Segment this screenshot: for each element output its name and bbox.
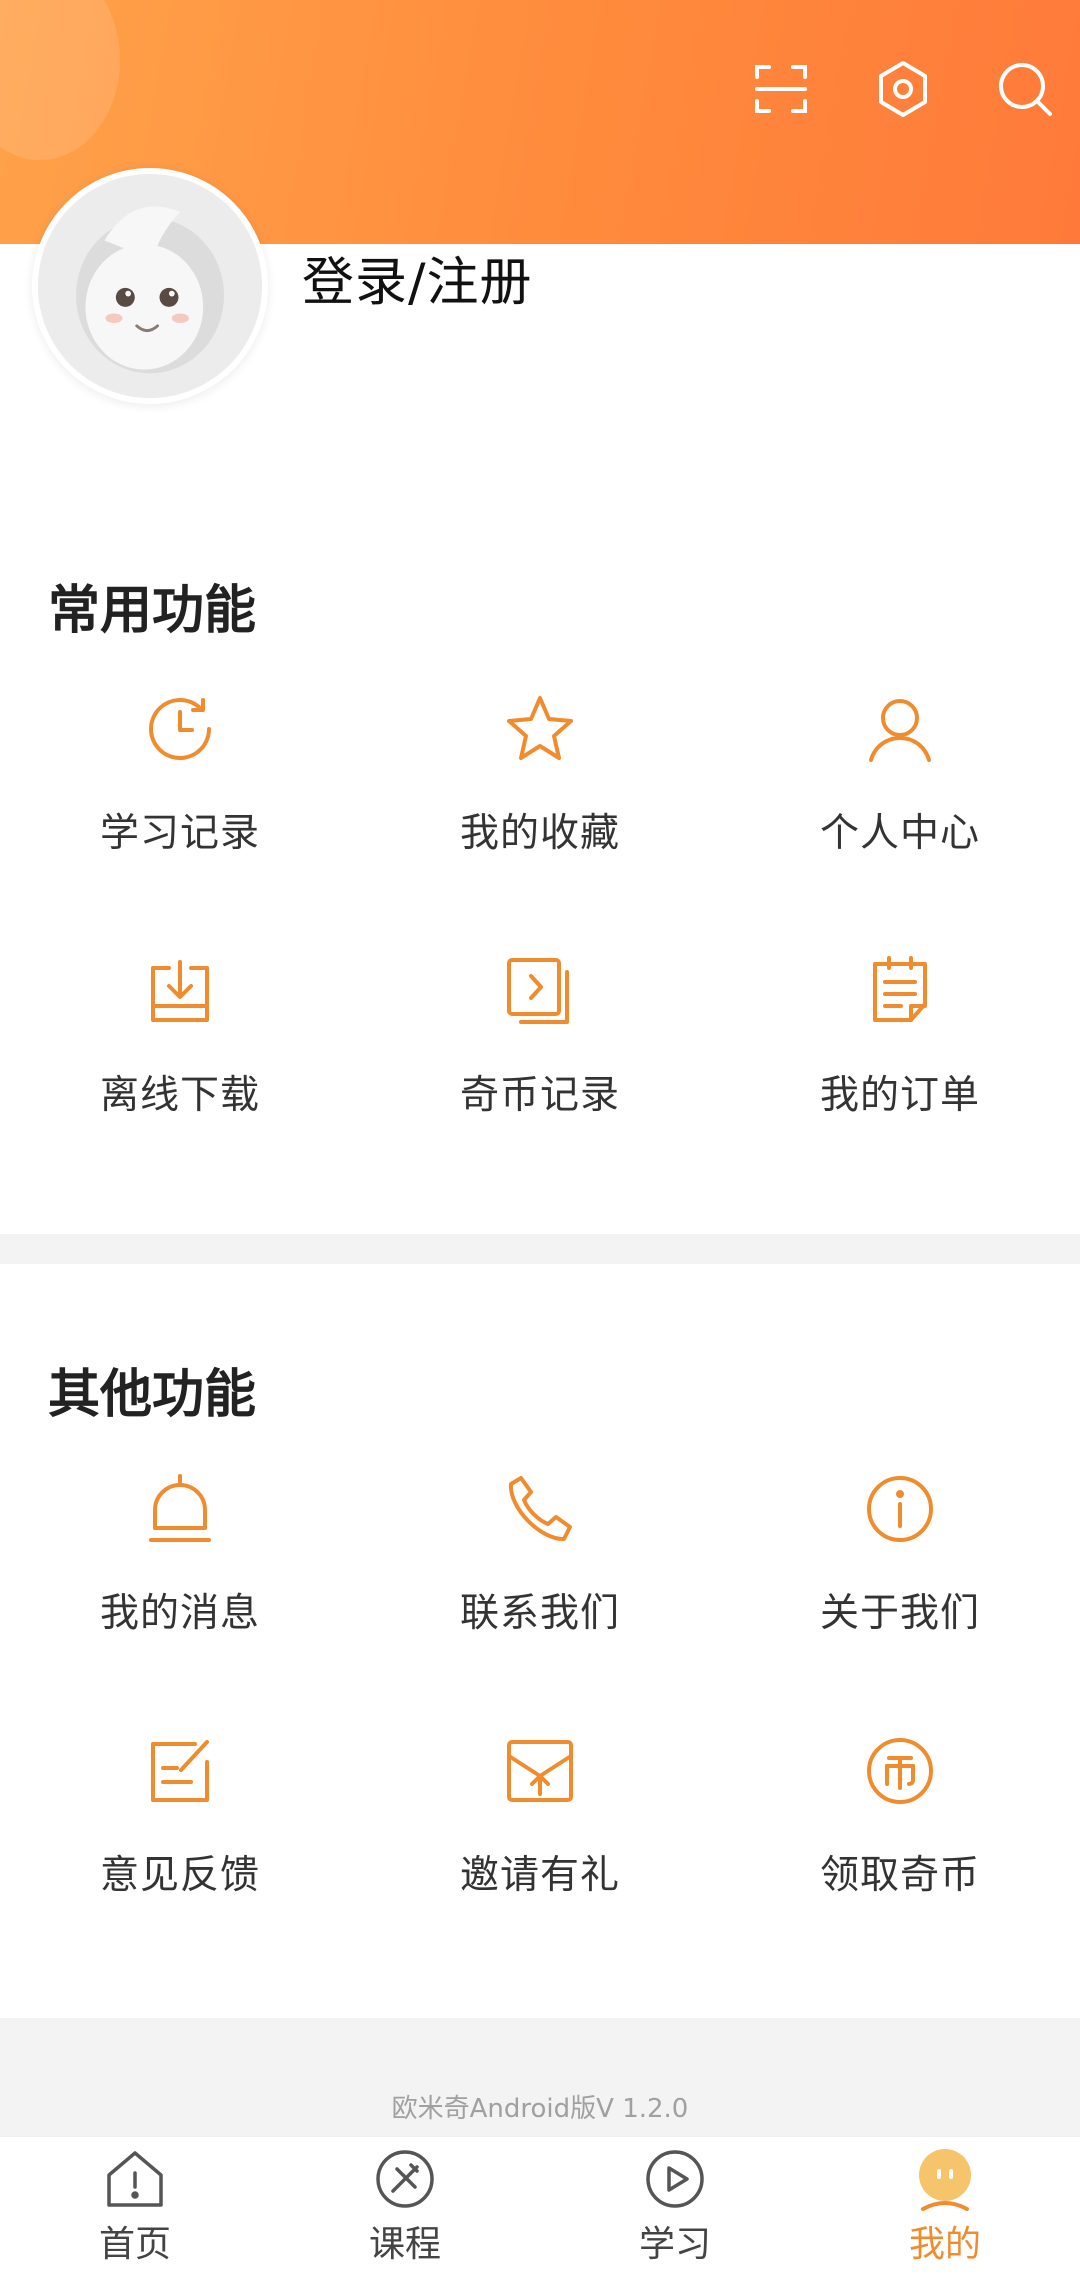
course-icon <box>373 2147 437 2211</box>
feature-label: 我的收藏 <box>459 811 620 856</box>
section-title-other: 其他功能 <box>48 1365 257 1425</box>
feature-label: 离线下载 <box>99 1073 260 1118</box>
feature-feedback[interactable]: 意见反馈 <box>0 1702 360 1964</box>
section-title-common: 常用功能 <box>48 581 257 641</box>
bottom-tab-bar: 首页 课程 学习 我的 <box>0 2136 1080 2282</box>
feature-claim-coins[interactable]: 领取奇币 <box>720 1702 1080 1964</box>
invite-icon <box>501 1732 579 1810</box>
feature-my-messages[interactable]: 我的消息 <box>0 1440 360 1702</box>
history-icon <box>141 690 219 768</box>
profile-icon <box>913 2147 977 2211</box>
feedback-icon <box>141 1732 219 1810</box>
info-icon <box>861 1470 939 1548</box>
feature-label: 我的消息 <box>99 1591 260 1636</box>
coin-icon <box>861 1732 939 1810</box>
tab-home[interactable]: 首页 <box>0 2137 270 2282</box>
feature-study-history[interactable]: 学习记录 <box>0 660 360 922</box>
feature-label: 关于我们 <box>819 1591 980 1636</box>
avatar[interactable] <box>32 168 268 404</box>
feature-label: 领取奇币 <box>819 1853 980 1898</box>
feature-label: 联系我们 <box>459 1591 620 1636</box>
header-actions <box>750 58 1056 120</box>
feature-label: 邀请有礼 <box>459 1853 620 1898</box>
user-icon <box>861 690 939 768</box>
feature-favorites[interactable]: 我的收藏 <box>360 660 720 922</box>
tab-mine[interactable]: 我的 <box>810 2137 1080 2282</box>
order-icon <box>861 952 939 1030</box>
login-register-link[interactable]: 登录/注册 <box>302 240 533 315</box>
tab-label: 我的 <box>908 2224 981 2265</box>
feature-label: 个人中心 <box>819 811 980 856</box>
version-text: 欧米奇Android版V 1.2.0 <box>391 2094 689 2124</box>
tab-label: 学习 <box>638 2224 711 2265</box>
common-features-grid: 学习记录 我的收藏 个人中心 离线下载 奇币记录 我的订单 <box>0 660 1080 1184</box>
feature-my-orders[interactable]: 我的订单 <box>720 922 1080 1184</box>
settings-icon[interactable] <box>872 58 934 120</box>
feature-about-us[interactable]: 关于我们 <box>720 1440 1080 1702</box>
section-divider <box>0 1234 1080 1264</box>
star-icon <box>501 690 579 768</box>
bell-icon <box>141 1470 219 1548</box>
feature-invite-reward[interactable]: 邀请有礼 <box>360 1702 720 1964</box>
header-decoration <box>0 0 120 160</box>
tab-course[interactable]: 课程 <box>270 2137 540 2282</box>
search-icon[interactable] <box>994 58 1056 120</box>
other-features-grid: 我的消息 联系我们 关于我们 意见反馈 邀请有礼 领取奇币 <box>0 1440 1080 1964</box>
tab-label: 首页 <box>98 2224 171 2265</box>
scan-icon[interactable] <box>750 58 812 120</box>
coin-record-icon <box>501 952 579 1030</box>
feature-label: 奇币记录 <box>459 1073 620 1118</box>
feature-label: 意见反馈 <box>99 1853 260 1898</box>
play-icon <box>643 2147 707 2211</box>
home-icon <box>103 2147 167 2211</box>
feature-personal-center[interactable]: 个人中心 <box>720 660 1080 922</box>
feature-contact-us[interactable]: 联系我们 <box>360 1440 720 1702</box>
phone-icon <box>501 1470 579 1548</box>
feature-coin-record[interactable]: 奇币记录 <box>360 922 720 1184</box>
feature-label: 学习记录 <box>99 811 260 856</box>
download-icon <box>141 952 219 1030</box>
feature-label: 我的订单 <box>819 1073 980 1118</box>
tab-study[interactable]: 学习 <box>540 2137 810 2282</box>
feature-offline-download[interactable]: 离线下载 <box>0 922 360 1184</box>
tab-label: 课程 <box>368 2224 441 2265</box>
